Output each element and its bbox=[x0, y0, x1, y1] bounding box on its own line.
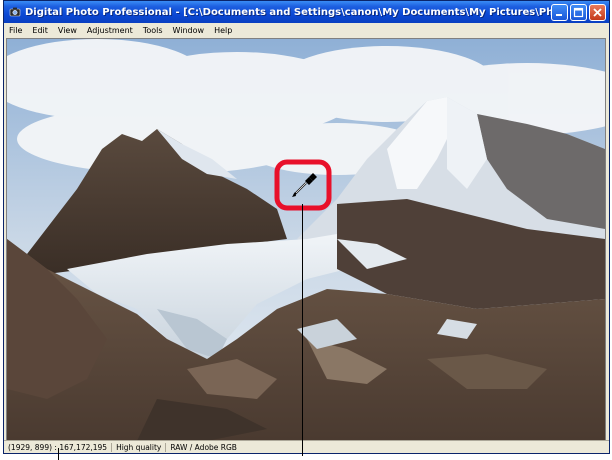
mountain-glacier-photo[interactable] bbox=[7, 39, 605, 441]
app-window: Digital Photo Professional - [C:\Documen… bbox=[3, 0, 610, 454]
maximize-button[interactable] bbox=[570, 3, 587, 21]
menu-view[interactable]: View bbox=[53, 26, 82, 35]
camera-icon[interactable] bbox=[8, 6, 21, 19]
minimize-button[interactable] bbox=[551, 3, 568, 21]
status-coords: (1929, 899) bbox=[8, 442, 53, 452]
status-color-space: RAW / Adobe RGB bbox=[170, 442, 237, 452]
status-rgb: 167,172,195 bbox=[59, 442, 108, 452]
window-title: Digital Photo Professional - [C:\Documen… bbox=[25, 6, 551, 18]
title-bar[interactable]: Digital Photo Professional - [C:\Documen… bbox=[4, 1, 609, 23]
close-button[interactable] bbox=[589, 3, 606, 21]
menu-help[interactable]: Help bbox=[209, 26, 237, 35]
close-icon bbox=[593, 7, 602, 17]
menu-tools[interactable]: Tools bbox=[138, 26, 168, 35]
status-bar: (1929, 899) : 167,172,195 High quality R… bbox=[4, 440, 609, 453]
callout-line bbox=[302, 204, 303, 456]
image-viewer[interactable] bbox=[6, 38, 606, 442]
menu-window[interactable]: Window bbox=[168, 26, 210, 35]
callout-line-status bbox=[58, 448, 59, 460]
menu-bar: File Edit View Adjustment Tools Window H… bbox=[4, 23, 609, 37]
menu-adjustment[interactable]: Adjustment bbox=[82, 26, 138, 35]
menu-file[interactable]: File bbox=[4, 26, 27, 35]
menu-edit[interactable]: Edit bbox=[27, 26, 53, 35]
maximize-icon bbox=[573, 7, 584, 17]
status-quality: High quality bbox=[112, 442, 167, 452]
minimize-icon bbox=[556, 13, 562, 16]
